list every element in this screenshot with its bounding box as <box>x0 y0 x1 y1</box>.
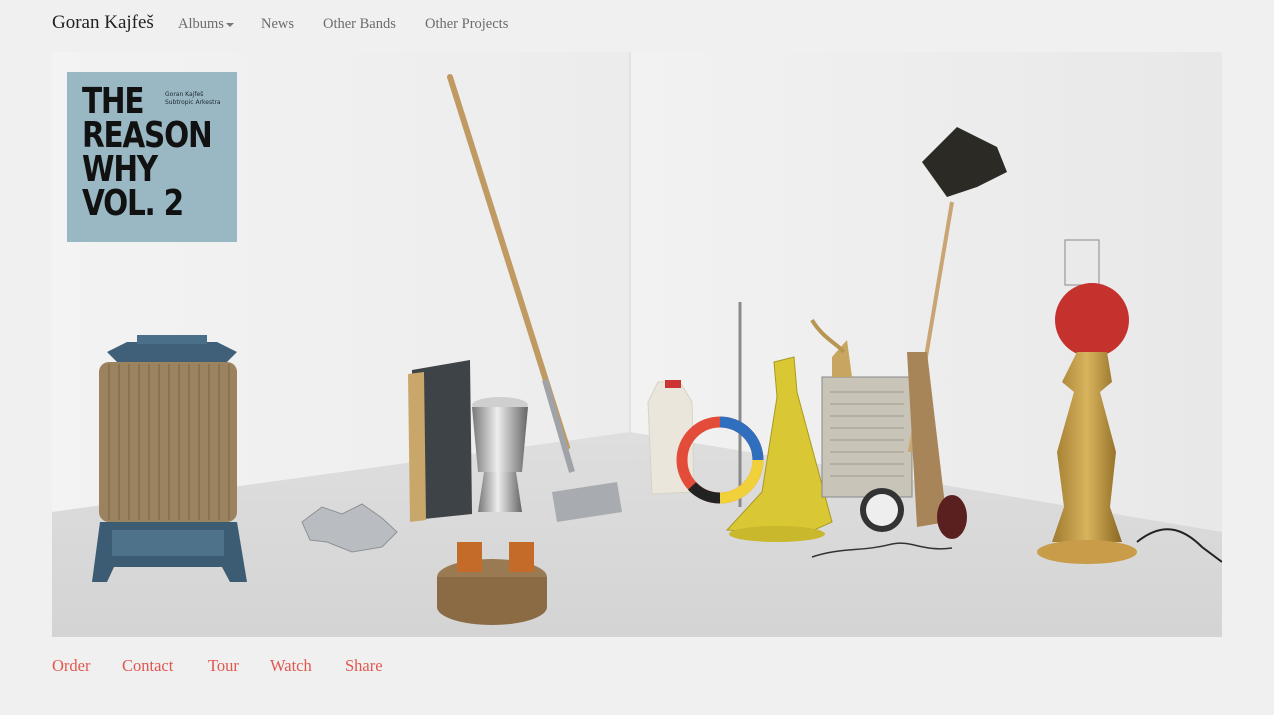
share-link[interactable]: Share <box>345 656 383 676</box>
nav-other-projects-link[interactable]: Other Projects <box>425 16 508 33</box>
contact-link[interactable]: Contact <box>122 656 173 676</box>
order-link[interactable]: Order <box>52 656 90 676</box>
top-navbar: Goran Kajfeš Albums News Other Bands Oth… <box>0 0 1274 50</box>
nav-other-bands-link[interactable]: Other Bands <box>323 16 396 33</box>
nav-news-link[interactable]: News <box>261 16 294 33</box>
chevron-down-icon <box>225 22 234 27</box>
tour-link[interactable]: Tour <box>208 656 239 676</box>
nav-albums-dropdown[interactable]: Albums <box>178 16 234 33</box>
brand-link[interactable]: Goran Kajfeš <box>52 12 154 34</box>
watch-link[interactable]: Watch <box>270 656 312 676</box>
album-cover-credit: Goran Kajfeš Subtropic Arkestra <box>165 91 221 106</box>
hero-photo: THE REASON WHY VOL. 2 Goran Kajfeš Subtr… <box>52 52 1222 637</box>
nav-albums-label: Albums <box>178 16 224 32</box>
heater-object <box>92 335 247 582</box>
album-cover[interactable]: THE REASON WHY VOL. 2 Goran Kajfeš Subtr… <box>67 72 237 242</box>
